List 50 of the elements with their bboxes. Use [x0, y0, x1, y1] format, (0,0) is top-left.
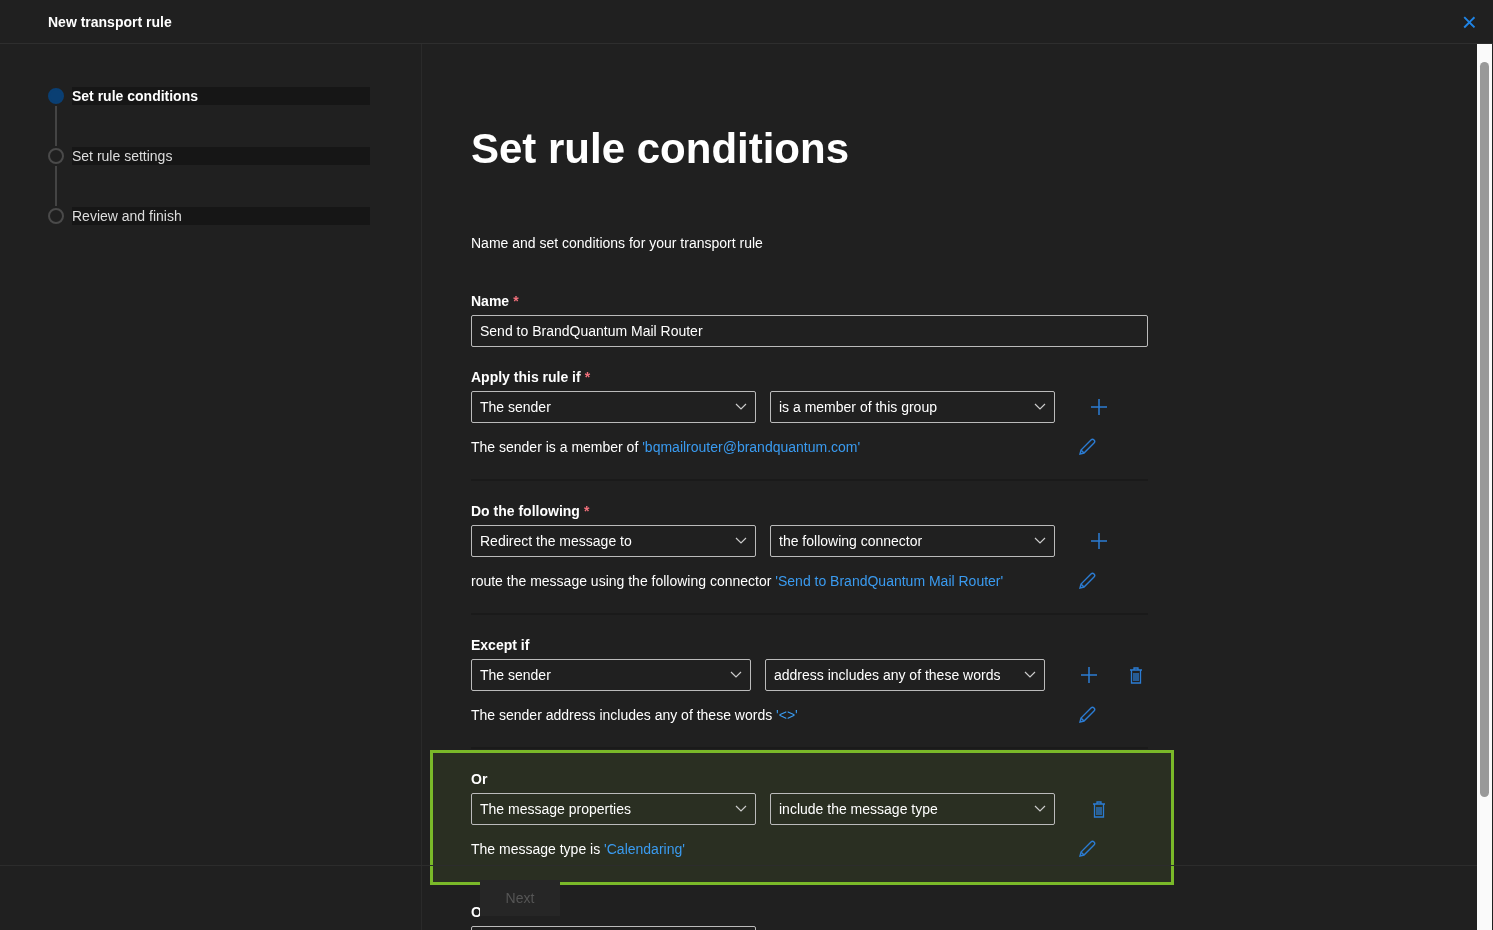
- chevron-down-icon: [735, 805, 747, 813]
- section-label: Do the following *: [471, 502, 591, 521]
- required-marker: *: [513, 293, 519, 309]
- pencil-icon: [1078, 706, 1096, 724]
- field-label: Name *: [471, 292, 520, 311]
- chevron-down-icon: [735, 403, 747, 411]
- required-marker: *: [584, 369, 591, 385]
- dropdown[interactable]: address includes any of these words: [764, 659, 1045, 691]
- page-title: Set rule conditions: [471, 124, 850, 174]
- value-link[interactable]: '<>': [776, 707, 798, 723]
- value-link[interactable]: 'Send to BrandQuantum Mail Router': [775, 573, 1004, 589]
- plus-icon: [1090, 532, 1108, 550]
- description: Name and set conditions for your transport rule: [471, 234, 764, 253]
- value-link[interactable]: 'bqmailrouter@brandquantum.com': [642, 439, 861, 455]
- step-label[interactable]: Review and finish: [72, 207, 370, 225]
- window-title: New transport rule: [48, 13, 172, 30]
- plus-icon: [1079, 666, 1098, 684]
- trash-icon: [1129, 666, 1144, 684]
- dropdown[interactable]: is a member of this group: [770, 391, 1055, 423]
- condition-summary: The message type is 'Calendaring': [471, 840, 685, 859]
- dropdown[interactable]: the following connector: [770, 525, 1055, 557]
- dropdown[interactable]: Redirect the message to: [471, 525, 756, 557]
- step-label[interactable]: Set rule conditions: [72, 87, 370, 105]
- required-marker: *: [583, 503, 590, 519]
- chevron-down-icon: [1034, 805, 1046, 813]
- value-link[interactable]: 'Calendaring': [604, 841, 685, 857]
- name-field[interactable]: Send to BrandQuantum Mail Router: [471, 315, 1148, 347]
- dropdown[interactable]: The sender: [471, 391, 756, 423]
- plus-icon: [1090, 398, 1108, 416]
- pencil-icon: [1078, 840, 1096, 858]
- chevron-down-icon: [1034, 403, 1046, 411]
- dropdown[interactable]: The message properties: [471, 793, 756, 825]
- chevron-down-icon: [1023, 671, 1036, 679]
- scrollbar[interactable]: [1477, 44, 1492, 930]
- step-label[interactable]: Set rule settings: [72, 147, 370, 165]
- chevron-down-icon: [729, 671, 742, 679]
- condition-summary: The sender is a member of 'bqmailrouter@brandquantum.com': [471, 438, 861, 457]
- close-button[interactable]: ×: [1459, 10, 1479, 33]
- dropdown[interactable]: The sender: [471, 659, 751, 691]
- dropdown[interactable]: include the message type: [770, 793, 1055, 825]
- pencil-icon: [1078, 572, 1096, 590]
- chevron-down-icon: [735, 537, 747, 545]
- condition-summary: route the message using the following connector 'Send to BrandQuantum Mail Router': [471, 572, 1004, 591]
- condition-summary: The sender address includes any of these words '<>': [471, 706, 798, 725]
- section-label: Or: [471, 770, 489, 789]
- section-label: Except if: [471, 636, 531, 655]
- trash-icon: [1092, 800, 1106, 818]
- chevron-down-icon: [1034, 537, 1046, 545]
- section-label: Apply this rule if *: [471, 368, 592, 387]
- pencil-icon: [1078, 438, 1096, 456]
